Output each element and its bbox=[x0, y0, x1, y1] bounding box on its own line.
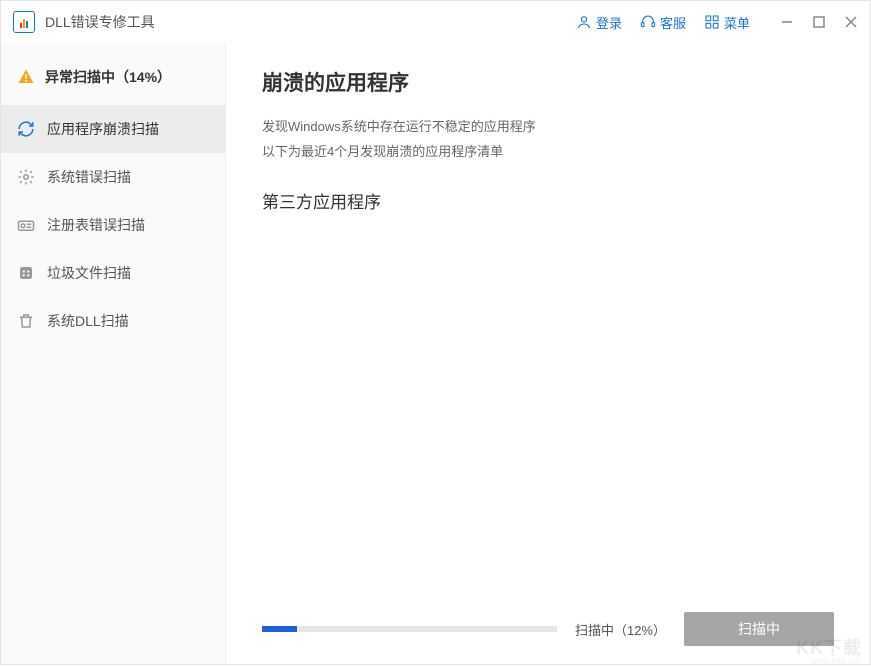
warning-icon bbox=[17, 68, 35, 86]
bottom-bar: 扫描中（12%） 扫描中 bbox=[262, 598, 834, 664]
titlebar-actions: 登录 客服 菜单 bbox=[576, 13, 860, 32]
login-label: 登录 bbox=[596, 13, 622, 32]
grid-icon bbox=[704, 14, 720, 30]
sidebar-item-label: 垃圾文件扫描 bbox=[47, 263, 131, 283]
progress-bar bbox=[262, 626, 557, 632]
close-icon bbox=[844, 15, 858, 29]
registry-icon bbox=[17, 216, 35, 234]
sidebar-item-label: 系统DLL扫描 bbox=[47, 311, 129, 331]
menu-link[interactable]: 菜单 bbox=[704, 13, 750, 32]
sidebar-item-dll[interactable]: 系统DLL扫描 bbox=[1, 297, 225, 345]
sidebar-item-registry[interactable]: 注册表错误扫描 bbox=[1, 201, 225, 249]
desc-line-1: 发现Windows系统中存在运行不稳定的应用程序 bbox=[262, 115, 834, 140]
junk-icon bbox=[17, 264, 35, 282]
desc-line-2: 以下为最近4个月发现崩溃的应用程序清单 bbox=[262, 140, 834, 165]
sidebar-item-app-crash[interactable]: 应用程序崩溃扫描 bbox=[1, 105, 225, 153]
sidebar-item-junk[interactable]: 垃圾文件扫描 bbox=[1, 249, 225, 297]
progress-label: 扫描中（12%） bbox=[575, 620, 666, 639]
support-label: 客服 bbox=[660, 13, 686, 32]
scan-status: 异常扫描中（14%） bbox=[1, 53, 225, 105]
refresh-icon bbox=[17, 120, 35, 138]
minimize-button[interactable] bbox=[778, 13, 796, 31]
sidebar: 异常扫描中（14%） 应用程序崩溃扫描 系统错误扫描 注册表错误扫描 垃圾文件扫 bbox=[1, 43, 226, 664]
page-description: 发现Windows系统中存在运行不稳定的应用程序 以下为最近4个月发现崩溃的应用… bbox=[262, 115, 834, 164]
headset-icon bbox=[640, 14, 656, 30]
section-heading: 第三方应用程序 bbox=[262, 188, 834, 213]
user-icon bbox=[576, 14, 592, 30]
sidebar-item-system-error[interactable]: 系统错误扫描 bbox=[1, 153, 225, 201]
app-logo-icon bbox=[13, 11, 35, 33]
close-button[interactable] bbox=[842, 13, 860, 31]
app-title: DLL错误专修工具 bbox=[45, 12, 155, 32]
minimize-icon bbox=[780, 15, 794, 29]
titlebar: DLL错误专修工具 登录 客服 菜单 bbox=[1, 1, 870, 43]
main-panel: 崩溃的应用程序 发现Windows系统中存在运行不稳定的应用程序 以下为最近4个… bbox=[226, 43, 870, 664]
sidebar-item-label: 应用程序崩溃扫描 bbox=[47, 119, 159, 139]
maximize-button[interactable] bbox=[810, 13, 828, 31]
sidebar-item-label: 注册表错误扫描 bbox=[47, 215, 145, 235]
progress-fill bbox=[262, 626, 297, 632]
gear-icon bbox=[17, 168, 35, 186]
maximize-icon bbox=[812, 15, 826, 29]
sidebar-item-label: 系统错误扫描 bbox=[47, 167, 131, 187]
trash-icon bbox=[17, 312, 35, 330]
scan-button[interactable]: 扫描中 bbox=[684, 612, 834, 646]
page-title: 崩溃的应用程序 bbox=[262, 67, 834, 97]
login-link[interactable]: 登录 bbox=[576, 13, 622, 32]
scan-status-label: 异常扫描中（14%） bbox=[45, 67, 171, 87]
support-link[interactable]: 客服 bbox=[640, 13, 686, 32]
scan-button-label: 扫描中 bbox=[738, 619, 780, 639]
menu-label: 菜单 bbox=[724, 13, 750, 32]
